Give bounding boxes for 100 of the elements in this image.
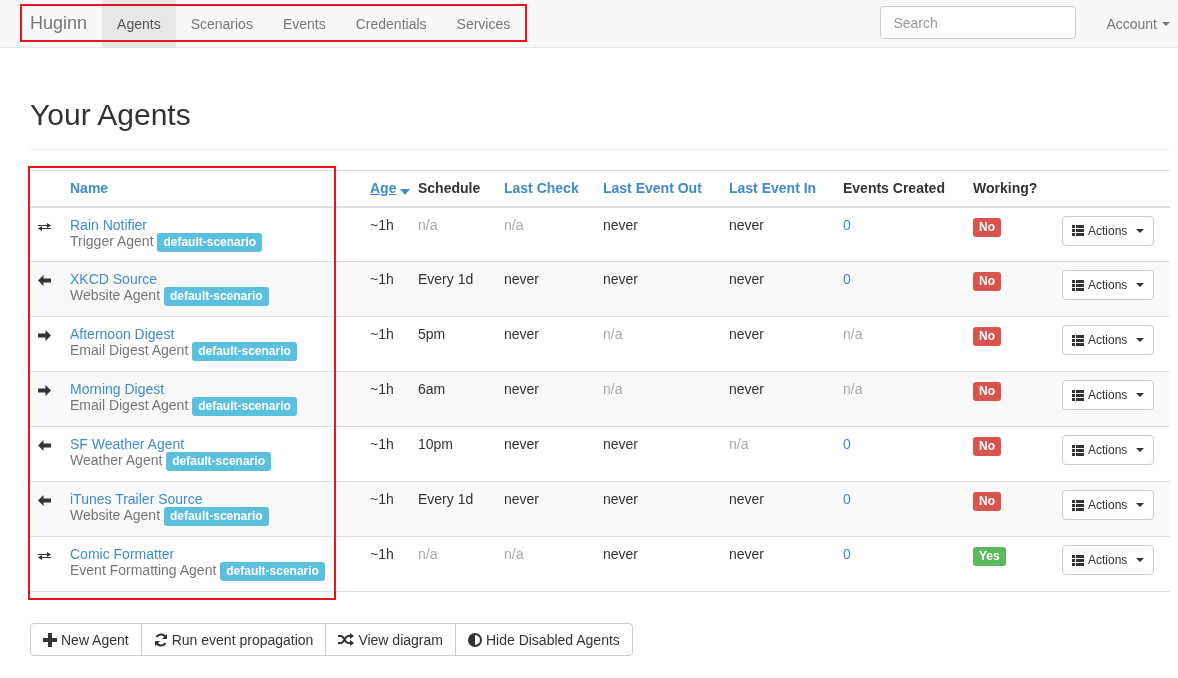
schedule-cell: 6am — [418, 381, 446, 397]
toolbar-button[interactable]: New Agent — [30, 623, 142, 656]
actions-dropdown-button[interactable]: Actions — [1062, 325, 1155, 355]
nav-tab[interactable]: Agents — [102, 0, 176, 47]
contrast-icon — [467, 632, 482, 647]
agent-type: Website Agent — [70, 507, 161, 523]
agent-type: Email Digest Agent — [70, 397, 189, 413]
last-event-in-cell: never — [729, 381, 765, 397]
column-header-link[interactable]: Last Event In — [729, 180, 817, 197]
agent-type: Trigger Agent — [70, 232, 154, 249]
last-event-out-cell: never — [603, 491, 639, 507]
list-icon — [1072, 334, 1084, 346]
events-count-link[interactable]: 0 — [843, 216, 851, 233]
nav-tab[interactable]: Events — [267, 0, 341, 47]
sort-caret-icon — [400, 189, 411, 196]
scenario-tag[interactable]: default-scenario — [220, 562, 325, 581]
last-check-cell: never — [504, 381, 540, 397]
scenario-tag[interactable]: default-scenario — [157, 232, 263, 252]
toolbar-button[interactable]: View diagram — [325, 623, 456, 656]
schedule-cell: 5pm — [418, 326, 446, 342]
events-count-link[interactable]: 0 — [843, 271, 851, 287]
agent-type: Event Formatting Agent — [70, 562, 217, 578]
working-status-badge: No — [973, 437, 1001, 456]
agent-name-link[interactable]: iTunes Trailer Source — [70, 491, 203, 507]
last-event-in-cell: n/a — [729, 436, 749, 452]
toolbar-button[interactable]: Hide Disabled Agents — [454, 623, 633, 656]
age-cell: ~1h — [370, 381, 394, 397]
account-menu[interactable]: Account — [1076, 0, 1178, 47]
actions-dropdown-button[interactable]: Actions — [1062, 435, 1155, 465]
nav-tab[interactable]: Credentials — [340, 0, 442, 47]
search-field[interactable]: Search — [880, 6, 1077, 39]
refresh-icon — [153, 632, 168, 647]
list-icon — [1072, 554, 1084, 566]
last-event-out-cell: never — [603, 436, 639, 452]
working-status-badge: No — [973, 272, 1001, 291]
list-icon — [1072, 225, 1084, 236]
last-event-in-cell: never — [729, 216, 765, 233]
scenario-tag[interactable]: default-scenario — [192, 342, 297, 361]
agent-name-link[interactable]: Morning Digest — [70, 381, 165, 397]
agent-name-link[interactable]: SF Weather Agent — [70, 436, 185, 452]
actions-dropdown-button[interactable]: Actions — [1062, 490, 1155, 520]
last-check-cell: n/a — [504, 546, 524, 562]
agent-name-link[interactable]: Afternoon Digest — [70, 326, 175, 342]
working-status-badge: Yes — [973, 547, 1006, 566]
actions-dropdown-button[interactable]: Actions — [1062, 270, 1155, 300]
list-icon — [1072, 499, 1084, 511]
actions-dropdown-button[interactable]: Actions — [1062, 215, 1155, 246]
nav-tab[interactable]: Services — [441, 0, 526, 47]
age-cell: ~1h — [370, 216, 394, 233]
scenario-tag[interactable]: default-scenario — [163, 507, 269, 526]
toolbar-button[interactable]: Run event propagation — [140, 623, 327, 656]
column-header-link[interactable]: Age — [370, 180, 397, 197]
agent-type: Email Digest Agent — [70, 342, 189, 358]
agent-name-link[interactable]: Comic Formatter — [70, 546, 175, 562]
last-check-cell: never — [504, 326, 540, 342]
actions-dropdown-button[interactable]: Actions — [1062, 380, 1155, 410]
working-status-badge: No — [973, 327, 1001, 346]
age-cell: ~1h — [370, 436, 394, 452]
scenario-tag[interactable]: default-scenario — [192, 397, 297, 416]
last-check-cell: never — [504, 271, 540, 287]
agent-name-link[interactable]: Rain Notifier — [70, 216, 148, 233]
working-status-badge: No — [973, 382, 1001, 401]
age-cell: ~1h — [370, 326, 394, 342]
working-status-badge: No — [973, 492, 1001, 511]
scenario-tag[interactable]: default-scenario — [166, 452, 271, 471]
column-header-link[interactable]: Name — [70, 180, 109, 197]
schedule-cell: n/a — [418, 546, 438, 562]
last-event-out-cell: never — [603, 546, 639, 562]
scenario-tag[interactable]: default-scenario — [163, 287, 269, 306]
column-header-link[interactable]: Last Check — [504, 180, 579, 197]
last-event-out-cell: never — [603, 271, 639, 287]
events-count-link[interactable]: 0 — [843, 546, 851, 562]
agent-type: Website Agent — [70, 287, 161, 303]
events-count-link[interactable]: 0 — [843, 436, 851, 452]
column-header-link[interactable]: Last Event Out — [603, 180, 702, 197]
last-check-cell: never — [504, 491, 540, 507]
plus-icon — [43, 632, 57, 647]
events-created-cell: n/a — [843, 381, 863, 397]
events-count-link[interactable]: 0 — [843, 491, 851, 507]
last-event-in-cell: never — [729, 491, 765, 507]
column-header: Events Created — [843, 180, 945, 197]
age-cell: ~1h — [370, 491, 394, 507]
schedule-cell: Every 1d — [418, 271, 474, 287]
age-cell: ~1h — [370, 271, 394, 287]
column-header: Schedule — [418, 180, 481, 197]
list-icon — [1072, 279, 1084, 291]
last-event-out-cell: n/a — [603, 381, 623, 397]
last-check-cell: n/a — [504, 216, 524, 233]
nav-tab[interactable]: Scenarios — [175, 0, 268, 47]
schedule-cell: n/a — [418, 216, 438, 233]
actions-dropdown-button[interactable]: Actions — [1062, 545, 1155, 575]
last-event-out-cell: n/a — [603, 326, 623, 342]
last-event-in-cell: never — [729, 546, 765, 562]
working-status-badge: No — [973, 217, 1001, 237]
list-icon — [1072, 444, 1084, 456]
events-created-cell: n/a — [843, 326, 863, 342]
last-event-in-cell: never — [729, 271, 765, 287]
agent-name-link[interactable]: XKCD Source — [70, 271, 158, 287]
brand-link[interactable]: Huginn — [15, 0, 103, 47]
age-cell: ~1h — [370, 546, 394, 562]
